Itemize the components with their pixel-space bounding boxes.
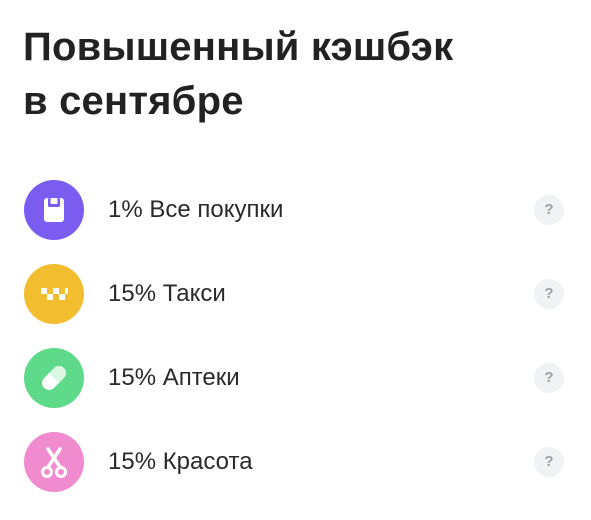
category-label: 15% Аптеки xyxy=(108,364,240,391)
category-row-pharmacies[interactable]: 15% Аптеки ? xyxy=(0,348,591,432)
category-row-all-purchases[interactable]: 1% Все покупки ? xyxy=(0,180,591,264)
shopping-bag-icon xyxy=(24,180,84,240)
category-label: 15% Такси xyxy=(108,280,226,307)
category-label: 1% Все покупки xyxy=(108,196,284,223)
page-title: Повышенный кэшбэк в сентябре xyxy=(23,20,563,128)
category-row-taxi[interactable]: 15% Такси ? xyxy=(0,264,591,348)
pill-icon xyxy=(24,348,84,408)
category-label: 15% Красота xyxy=(108,448,253,475)
page-title-line-1: Повышенный кэшбэк xyxy=(23,25,454,69)
help-question-icon[interactable]: ? xyxy=(534,195,564,225)
scissors-icon xyxy=(24,432,84,492)
page-title-line-2: в сентябре xyxy=(23,79,244,123)
help-question-icon[interactable]: ? xyxy=(534,279,564,309)
help-question-icon[interactable]: ? xyxy=(534,363,564,393)
help-question-icon[interactable]: ? xyxy=(534,447,564,477)
taxi-checker-icon xyxy=(24,264,84,324)
category-row-beauty[interactable]: 15% Красота ? xyxy=(0,432,591,516)
